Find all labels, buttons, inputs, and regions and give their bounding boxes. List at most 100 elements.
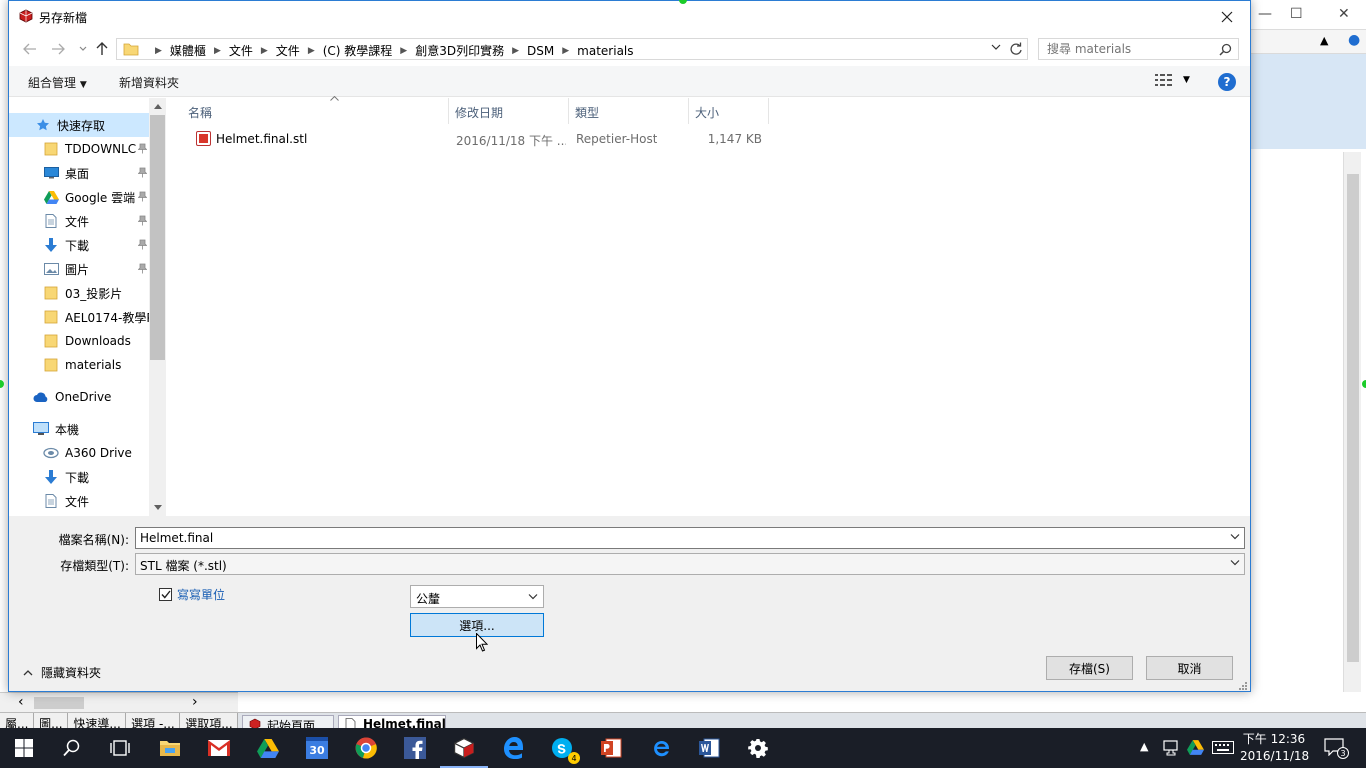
details-view-icon: [1155, 74, 1172, 86]
taskbar-edge[interactable]: [499, 734, 527, 762]
nav-item-materials[interactable]: materials: [9, 353, 149, 377]
resize-grip-icon[interactable]: [1239, 682, 1247, 690]
column-header-name[interactable]: 名稱: [182, 96, 449, 124]
nav-item-google-drive[interactable]: Google 雲端: [9, 185, 149, 209]
forward-button[interactable]: [49, 40, 67, 58]
nav-item-ael0174[interactable]: AEL0174-教學P: [9, 305, 149, 329]
help-icon[interactable]: ●: [1348, 32, 1360, 48]
taskbar-3d-app[interactable]: [440, 734, 488, 768]
scrollbar-thumb[interactable]: [150, 115, 165, 360]
scroll-right-icon[interactable]: ›: [192, 694, 198, 710]
keyboard-icon[interactable]: [1212, 741, 1234, 754]
save-button[interactable]: 存檔(S): [1046, 656, 1133, 680]
search-box[interactable]: [1038, 38, 1239, 60]
address-dropdown-button[interactable]: [991, 43, 1001, 51]
nav-item-this-pc[interactable]: 本機: [9, 417, 149, 441]
breadcrumb-item[interactable]: materials: [577, 44, 633, 58]
breadcrumb-item[interactable]: DSM: [527, 44, 554, 58]
chevron-right-icon[interactable]: ▶: [512, 46, 519, 56]
cancel-button[interactable]: 取消: [1146, 656, 1233, 680]
taskbar-facebook[interactable]: [401, 734, 429, 762]
chevron-right-icon[interactable]: ▶: [261, 46, 268, 56]
checkbox-box[interactable]: [159, 588, 172, 601]
new-folder-button[interactable]: 新增資料夾: [119, 74, 179, 91]
chevron-right-icon[interactable]: ▶: [562, 46, 569, 56]
filetype-value: STL 檔案 (*.stl): [140, 559, 227, 573]
column-header-type[interactable]: 類型: [569, 98, 689, 124]
file-row[interactable]: Helmet.final.stl 2016/11/18 下午 ... Repet…: [186, 128, 766, 150]
nav-item-pictures[interactable]: 圖片: [9, 257, 149, 281]
nav-item-pc-documents[interactable]: 文件: [9, 489, 149, 513]
nav-item-desktop[interactable]: 桌面: [9, 161, 149, 185]
search-icon[interactable]: [1219, 43, 1232, 56]
maximize-icon[interactable]: ☐: [1290, 6, 1303, 22]
taskbar-chrome[interactable]: [352, 734, 380, 762]
nav-item-downloads[interactable]: Downloads: [9, 329, 149, 353]
chevron-down-icon[interactable]: [1230, 559, 1240, 566]
taskbar-calendar[interactable]: 30: [303, 734, 331, 762]
scrollbar-thumb[interactable]: [1347, 174, 1359, 662]
scroll-up-icon[interactable]: [149, 98, 166, 115]
tray-overflow-icon[interactable]: ▲: [1140, 740, 1148, 753]
ribbon-collapse-icon[interactable]: ▲: [1320, 34, 1328, 47]
background-ribbon: ▲ ●: [1250, 30, 1366, 54]
chevron-down-icon[interactable]: [1230, 533, 1240, 540]
scroll-down-icon[interactable]: [149, 499, 166, 516]
chevron-right-icon[interactable]: ▶: [308, 46, 315, 56]
refresh-button[interactable]: [1009, 42, 1023, 56]
breadcrumb-item[interactable]: 文件: [229, 42, 253, 59]
taskbar-gmail[interactable]: [205, 734, 233, 762]
hide-folders-button[interactable]: 隱藏資料夾: [23, 664, 101, 681]
up-button[interactable]: [93, 40, 111, 58]
nav-item-tddownload[interactable]: TDDOWNLC: [9, 137, 149, 161]
taskbar-file-explorer[interactable]: [156, 734, 184, 762]
search-input[interactable]: [1047, 42, 1217, 56]
close-icon[interactable]: ✕: [1338, 6, 1350, 22]
nav-item-downloads-pinned[interactable]: 下載: [9, 233, 149, 257]
chevron-right-icon[interactable]: ▶: [400, 46, 407, 56]
taskbar-ie[interactable]: [646, 734, 674, 762]
nav-item-a360-drive[interactable]: A360 Drive: [9, 441, 149, 465]
nav-item-onedrive[interactable]: OneDrive: [9, 385, 149, 409]
task-view-button[interactable]: [106, 734, 134, 762]
nav-item-slides[interactable]: 03_投影片: [9, 281, 149, 305]
breadcrumb-item[interactable]: (C) 教學課程: [323, 42, 393, 59]
breadcrumb-item[interactable]: 創意3D列印實務: [415, 42, 504, 59]
nav-scrollbar[interactable]: [149, 98, 166, 516]
background-vertical-scrollbar[interactable]: [1343, 152, 1361, 692]
start-button[interactable]: [10, 734, 38, 762]
column-header-date[interactable]: 修改日期: [449, 98, 569, 124]
minimize-icon[interactable]: —: [1258, 6, 1272, 22]
google-drive-tray-icon[interactable]: [1187, 740, 1204, 755]
filetype-select[interactable]: STL 檔案 (*.stl): [135, 553, 1245, 575]
dialog-close-button[interactable]: [1204, 1, 1250, 32]
taskbar-google-drive[interactable]: [254, 734, 282, 762]
column-header-size[interactable]: 大小: [689, 98, 769, 124]
nav-item-quick-access[interactable]: 快速存取: [9, 113, 149, 137]
taskbar-skype[interactable]: 4: [548, 734, 580, 764]
nav-item-documents[interactable]: 文件: [9, 209, 149, 233]
write-units-checkbox[interactable]: 寫寫單位: [159, 586, 225, 603]
search-button[interactable]: [58, 734, 86, 762]
change-view-button[interactable]: ▼: [1155, 74, 1190, 86]
system-clock[interactable]: 下午 12:36 2016/11/18: [1240, 731, 1309, 765]
organize-button[interactable]: 組合管理 ▼: [28, 74, 87, 91]
chevron-right-icon[interactable]: ▶: [214, 46, 221, 56]
download-arrow-icon: [43, 469, 59, 485]
breadcrumb-item[interactable]: 媒體櫃: [170, 42, 206, 59]
chevron-up-icon: [23, 670, 33, 676]
nav-item-pc-downloads[interactable]: 下載: [9, 465, 149, 489]
scrollbar-thumb[interactable]: [34, 697, 84, 709]
back-button[interactable]: [21, 40, 39, 58]
scroll-left-icon[interactable]: ‹: [18, 694, 24, 710]
network-icon[interactable]: [1163, 740, 1181, 756]
filename-input[interactable]: Helmet.final: [135, 527, 1245, 549]
taskbar-word[interactable]: [695, 734, 723, 762]
help-button[interactable]: ?: [1218, 73, 1236, 91]
taskbar-powerpoint[interactable]: [597, 734, 625, 762]
unit-select[interactable]: 公釐: [410, 585, 544, 608]
taskbar-settings[interactable]: [744, 734, 772, 762]
breadcrumb-item[interactable]: 文件: [276, 42, 300, 59]
recent-locations-button[interactable]: [74, 40, 92, 58]
address-bar[interactable]: ▶ 媒體櫃 ▶ 文件 ▶ 文件 ▶ (C) 教學課程 ▶ 創意3D列印實務 ▶ …: [116, 38, 1028, 60]
